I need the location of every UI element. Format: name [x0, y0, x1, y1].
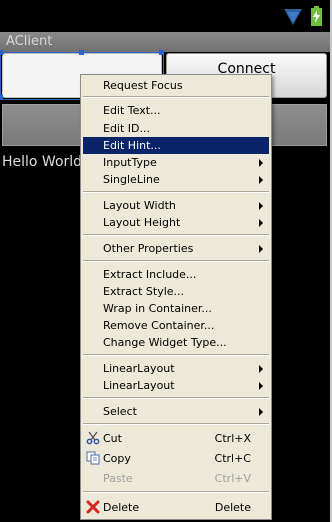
submenu-arrow-icon [259, 245, 263, 253]
menu-item-paste[interactable]: Paste Ctrl+V [83, 470, 269, 487]
shortcut-label: Ctrl+V [214, 472, 251, 485]
menu-item-label: InputType [103, 156, 157, 169]
menu-item-label: Wrap in Container... [103, 302, 212, 315]
menu-separator [83, 491, 269, 493]
menu-item-label: Other Properties [103, 242, 194, 255]
menu-item-label: Edit Text... [103, 104, 161, 117]
menu-item-label: Paste [103, 472, 133, 485]
menu-item-delete[interactable]: Delete Delete [83, 499, 269, 516]
menu-item-linear-layout[interactable]: LinearLayout [83, 377, 269, 394]
menu-separator [83, 234, 269, 236]
menu-item-remove-container[interactable]: Remove Container... [83, 317, 269, 334]
hello-world-text: Hello World, [2, 154, 87, 170]
copy-icon [86, 451, 100, 465]
menu-item-label: SingleLine [103, 173, 160, 186]
resize-handle[interactable] [159, 50, 164, 55]
menu-item-layout-height[interactable]: Layout Height [83, 214, 269, 231]
shortcut-label: Delete [214, 501, 251, 514]
menu-item-input-type[interactable]: InputType [83, 154, 269, 171]
context-menu: Request Focus Edit Text... Edit ID... Ed… [80, 74, 272, 520]
scissors-icon [86, 431, 100, 445]
wifi-icon [284, 9, 302, 25]
menu-item-request-focus[interactable]: Request Focus [83, 77, 269, 94]
app-title-bar: AClient [0, 32, 330, 52]
submenu-arrow-icon [259, 365, 263, 373]
menu-item-label: Layout Height [103, 216, 181, 229]
resize-handle[interactable] [0, 95, 3, 100]
menu-item-label: LinearLayout [103, 362, 175, 375]
submenu-arrow-icon [259, 382, 263, 390]
menu-item-edit-text[interactable]: Edit Text... [83, 102, 269, 119]
menu-item-extract-style[interactable]: Extract Style... [83, 283, 269, 300]
resize-handle[interactable] [0, 50, 3, 55]
menu-item-label: Select [103, 405, 137, 418]
menu-item-label: LinearLayout [103, 379, 175, 392]
shortcut-label: Ctrl+X [214, 432, 251, 445]
menu-item-wrap-in-container[interactable]: Wrap in Container... [83, 300, 269, 317]
menu-item-change-widget-type[interactable]: Change Widget Type... [83, 334, 269, 351]
menu-separator [83, 260, 269, 262]
menu-item-cut[interactable]: Cut Ctrl+X [83, 430, 269, 447]
menu-item-edit-id[interactable]: Edit ID... [83, 120, 269, 137]
menu-separator [83, 397, 269, 399]
menu-item-layout-width[interactable]: Layout Width [83, 197, 269, 214]
menu-item-label: Edit Hint... [103, 139, 161, 152]
menu-item-label: Remove Container... [103, 319, 215, 332]
menu-separator [83, 96, 269, 98]
delete-x-icon [86, 500, 100, 514]
menu-item-extract-include[interactable]: Extract Include... [83, 266, 269, 283]
submenu-arrow-icon [259, 408, 263, 416]
menu-item-single-line[interactable]: SingleLine [83, 171, 269, 188]
menu-item-label: Extract Style... [103, 285, 185, 298]
shortcut-label: Ctrl+C [214, 452, 251, 465]
submenu-arrow-icon [259, 202, 263, 210]
menu-separator [83, 423, 269, 425]
submenu-arrow-icon [259, 219, 263, 227]
menu-item-other-properties[interactable]: Other Properties [83, 240, 269, 257]
battery-icon [311, 6, 322, 26]
menu-item-copy[interactable]: Copy Ctrl+C [83, 450, 269, 467]
menu-item-edit-hint[interactable]: Edit Hint... [83, 137, 269, 154]
menu-item-select[interactable]: Select [83, 403, 269, 420]
menu-item-label: Change Widget Type... [103, 336, 227, 349]
submenu-arrow-icon [259, 159, 263, 167]
resize-handle[interactable] [79, 50, 84, 55]
menu-item-label: Edit ID... [103, 122, 151, 135]
menu-item-label: Copy [103, 452, 131, 465]
menu-item-label: Cut [103, 432, 122, 445]
menu-item-label: Delete [103, 501, 140, 514]
menu-item-label: Request Focus [103, 79, 183, 92]
menu-item-label: Extract Include... [103, 268, 197, 281]
menu-item-linear-layout[interactable]: LinearLayout [83, 360, 269, 377]
status-bar [0, 0, 330, 33]
submenu-arrow-icon [259, 176, 263, 184]
menu-separator [83, 191, 269, 193]
menu-separator [83, 354, 269, 356]
menu-item-label: Layout Width [103, 199, 176, 212]
